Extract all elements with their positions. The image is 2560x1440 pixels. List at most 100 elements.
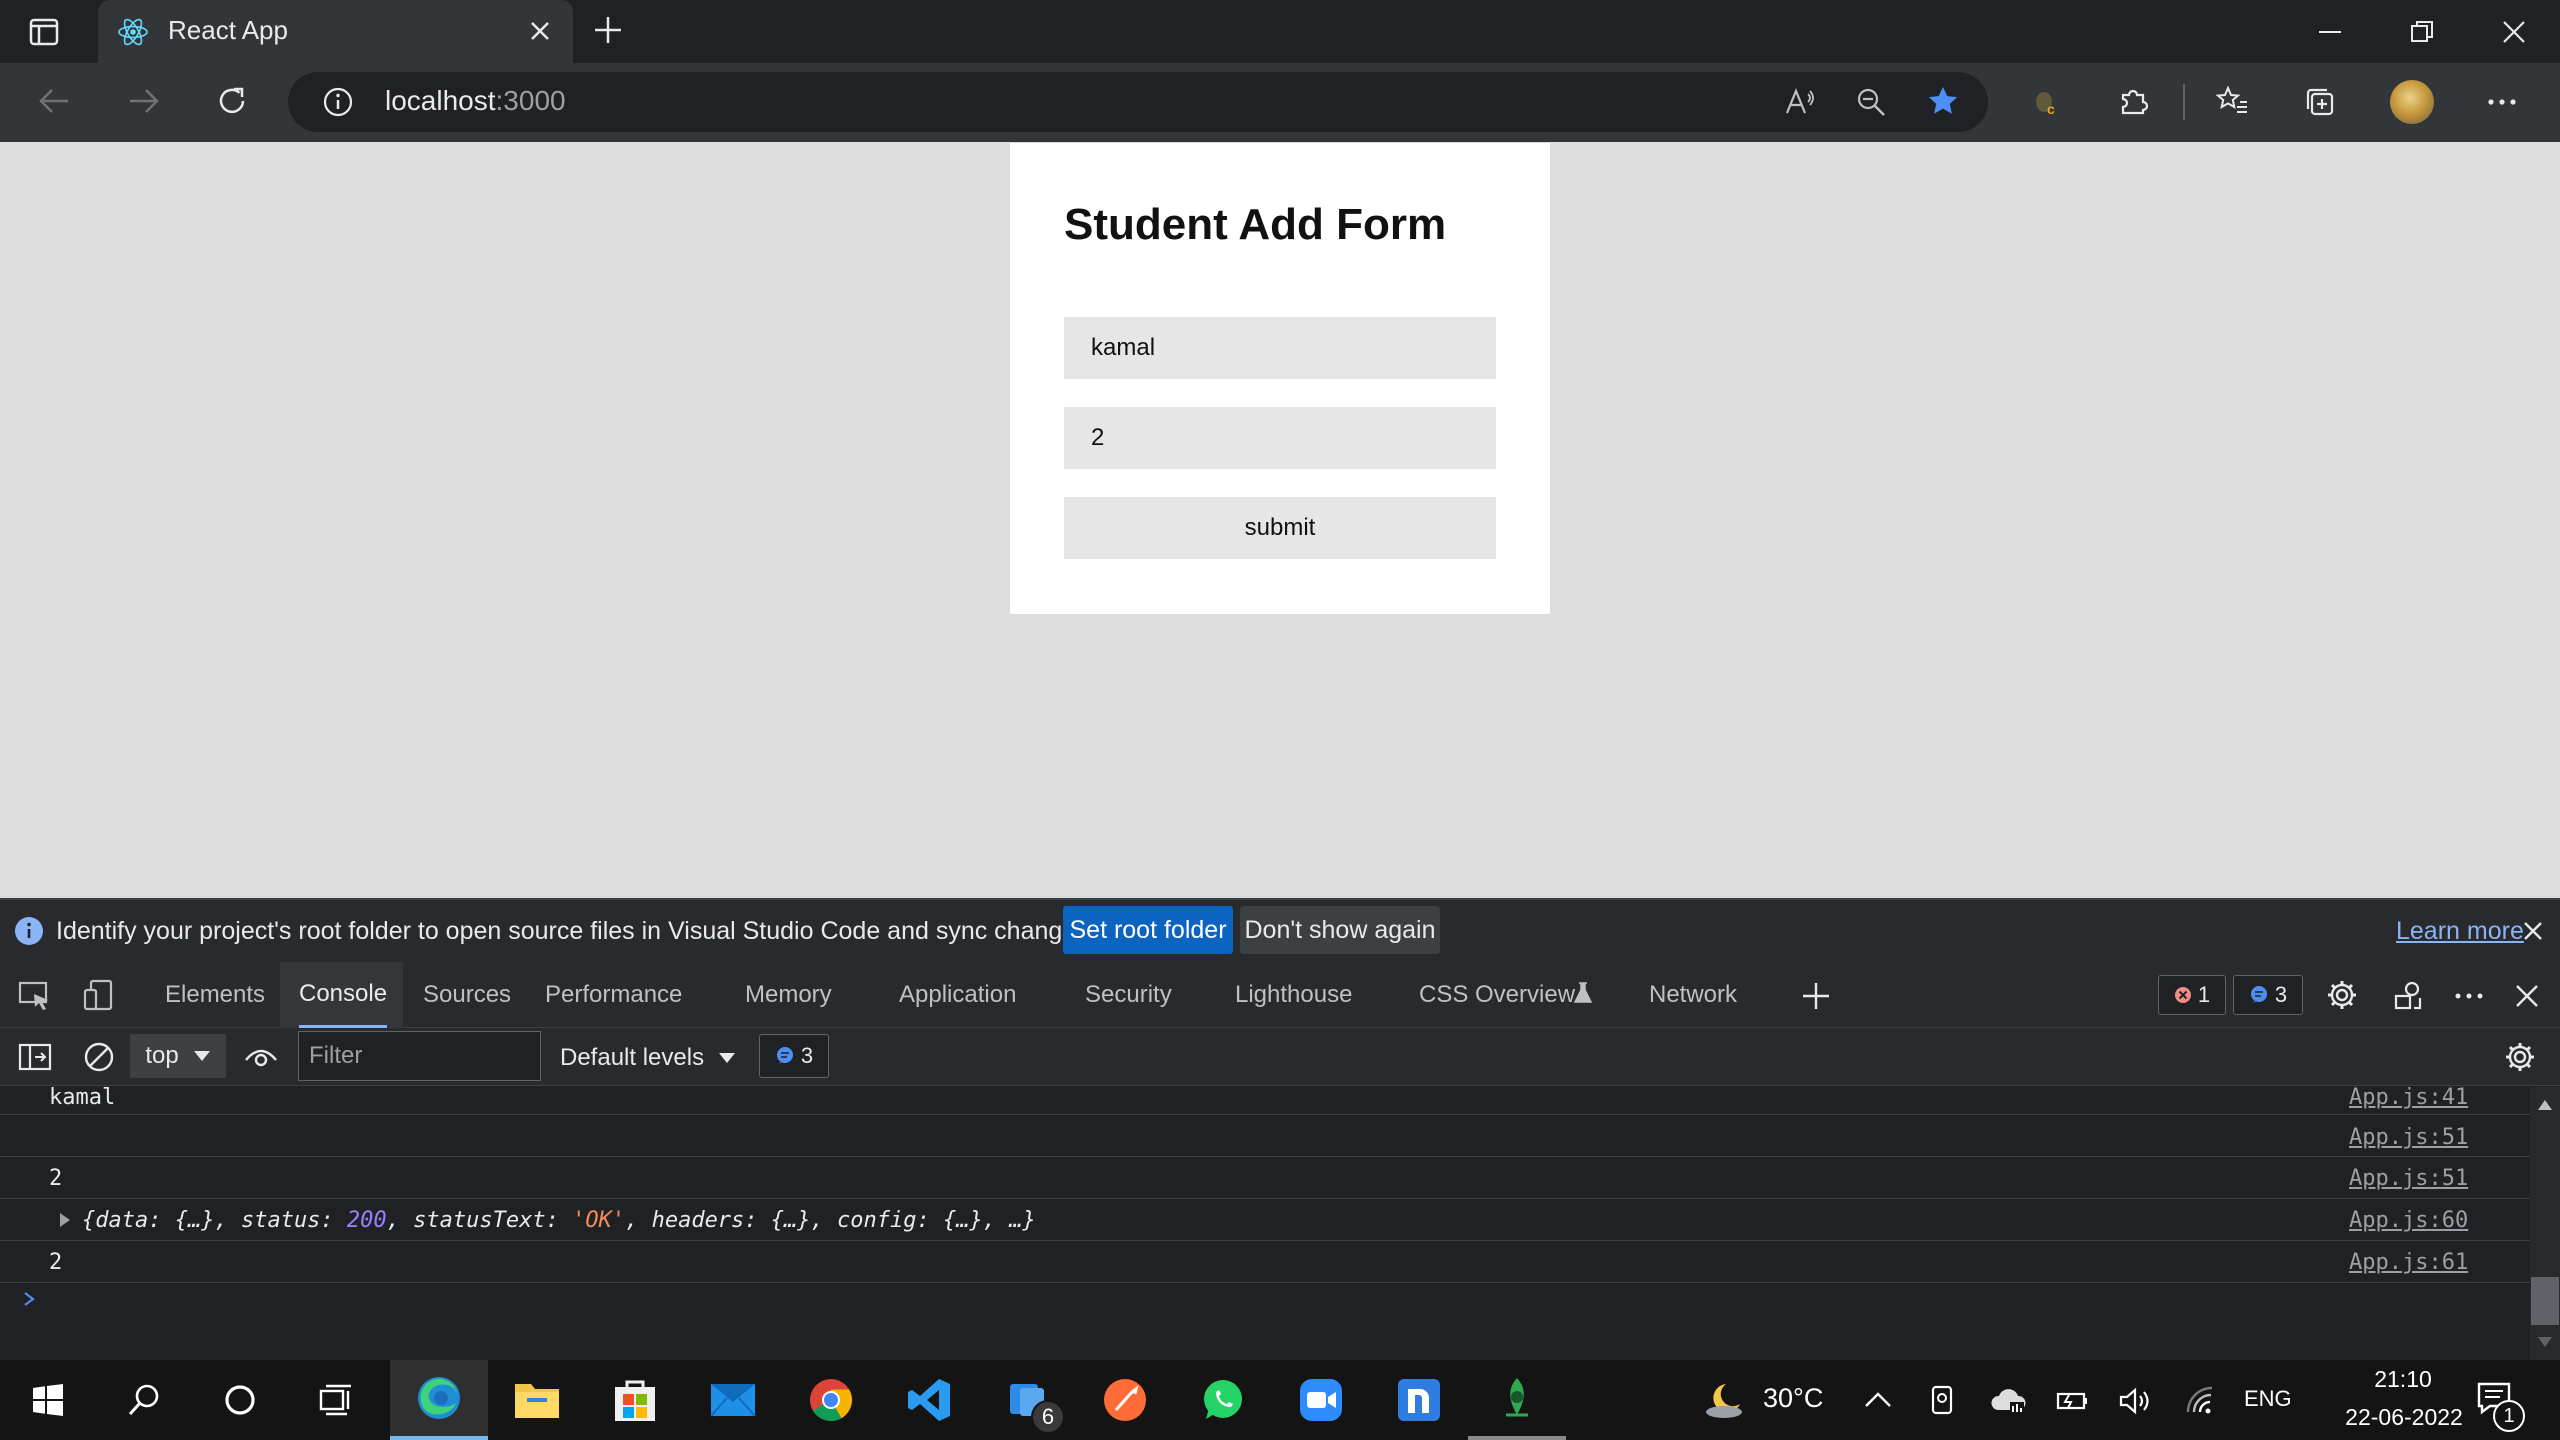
minimize-icon[interactable] (2316, 18, 2344, 46)
favorite-star-icon[interactable] (1926, 84, 1960, 118)
volume-icon[interactable] (2118, 1386, 2154, 1416)
tab-actions-icon[interactable] (28, 16, 60, 48)
obj-data-value: {…} (174, 1208, 215, 1233)
taskbar-whatsapp[interactable] (1174, 1360, 1272, 1440)
close-tab-icon[interactable] (528, 19, 552, 43)
extensions-puzzle-icon[interactable] (2117, 85, 2149, 117)
expand-triangle-icon[interactable] (58, 1212, 72, 1228)
read-aloud-icon[interactable] (1784, 86, 1816, 118)
response-object-preview[interactable]: {data: {…}, status: 200, statusText: 'OK… (82, 1208, 1036, 1233)
live-expression-eye-icon[interactable] (244, 1042, 278, 1072)
teams-badge: 6 (1031, 1400, 1065, 1434)
name-input[interactable]: kamal (1064, 317, 1496, 379)
devtools-more-icon[interactable] (2452, 982, 2486, 1010)
set-root-folder-button[interactable]: Set root folder (1063, 906, 1233, 954)
scrollbar-thumb[interactable] (2531, 1277, 2559, 1325)
show-hidden-icons-chevron-icon[interactable] (1862, 1388, 1894, 1412)
start-windows-icon[interactable] (0, 1360, 96, 1440)
show-sidebar-icon[interactable] (18, 1042, 52, 1072)
tab-console[interactable]: Console (299, 962, 388, 1028)
taskbar-file-explorer[interactable] (488, 1360, 586, 1440)
console-source-link[interactable]: App.js:60 (2349, 1208, 2468, 1233)
age-input[interactable]: 2 (1064, 407, 1496, 469)
submit-button[interactable]: submit (1064, 497, 1496, 559)
taskbar-postman[interactable] (1076, 1360, 1174, 1440)
console-source-link[interactable]: App.js:51 (2349, 1125, 2468, 1150)
tab-application[interactable]: Application (899, 962, 1016, 1028)
input-language[interactable]: ENG (2244, 1386, 2292, 1412)
wifi-icon[interactable] (2184, 1386, 2216, 1416)
console-source-link[interactable]: App.js:51 (2349, 1166, 2468, 1191)
infobar-message: Identify your project's root folder to o… (56, 917, 1096, 945)
close-infobar-icon[interactable] (2522, 920, 2544, 942)
tab-title: React App (168, 15, 288, 45)
tab-css-overview[interactable]: CSS Overview (1419, 962, 1575, 1028)
zoom-out-icon[interactable] (1855, 86, 1887, 118)
meet-now-icon[interactable] (1928, 1384, 1958, 1416)
svg-text:c: c (2047, 101, 2055, 117)
profile-avatar[interactable] (2390, 80, 2434, 124)
forward-icon[interactable] (126, 85, 162, 117)
compass-leaf-icon (1506, 1378, 1528, 1417)
close-devtools-icon[interactable] (2514, 983, 2540, 1009)
error-count: 1 (2197, 982, 2211, 1007)
restore-icon[interactable] (2408, 18, 2436, 46)
taskbar-mail[interactable] (684, 1360, 782, 1440)
taskbar-teams[interactable] (978, 1360, 1076, 1440)
tab-elements[interactable]: Elements (165, 962, 265, 1028)
vscode-icon (908, 1379, 950, 1421)
console-messages-badge[interactable]: 3 (759, 1034, 829, 1078)
context-select[interactable]: top (130, 1034, 226, 1078)
tab-sources[interactable]: Sources (423, 962, 511, 1028)
collections-icon[interactable] (2303, 85, 2337, 119)
taskbar-store[interactable] (586, 1360, 684, 1440)
weather-temperature[interactable]: 30°C (1763, 1383, 1823, 1414)
taskbar-zoom[interactable] (1272, 1360, 1370, 1440)
taskbar-notion-like-app[interactable] (1370, 1360, 1468, 1440)
battery-icon[interactable] (2054, 1386, 2090, 1414)
scroll-up-arrow-icon[interactable] (2537, 1099, 2553, 1111)
refresh-icon[interactable] (214, 83, 250, 119)
clear-console-icon[interactable] (82, 1040, 116, 1074)
clock-time[interactable]: 21:10 (2348, 1366, 2458, 1393)
close-window-icon[interactable] (2500, 18, 2528, 46)
console-prompt-icon[interactable] (22, 1290, 36, 1308)
site-info-icon[interactable] (322, 86, 354, 118)
taskbar-edge[interactable] (390, 1360, 488, 1440)
more-menu-icon[interactable] (2486, 88, 2518, 116)
taskbar-vscode[interactable] (880, 1360, 978, 1440)
cortana-icon[interactable] (192, 1360, 288, 1440)
onedrive-cloud-icon[interactable] (1988, 1384, 2028, 1416)
tab-security[interactable]: Security (1085, 962, 1172, 1028)
dont-show-again-button[interactable]: Don't show again (1240, 906, 1440, 954)
log-levels-dropdown[interactable]: Default levels (560, 1044, 736, 1072)
dock-side-icon[interactable] (2392, 978, 2426, 1012)
taskbar-chrome[interactable] (782, 1360, 880, 1440)
tab-lighthouse[interactable]: Lighthouse (1235, 962, 1352, 1028)
more-tools-plus-icon[interactable] (1800, 980, 1832, 1012)
new-tab-icon[interactable] (592, 14, 624, 46)
console-source-link[interactable]: App.js:41 (2349, 1085, 2468, 1110)
console-source-link[interactable]: App.js:61 (2349, 1250, 2468, 1275)
clock-date[interactable]: 22-06-2022 (2316, 1404, 2492, 1431)
inspect-element-icon[interactable] (18, 980, 52, 1012)
device-emulation-icon[interactable] (82, 978, 116, 1012)
favorites-icon[interactable] (2215, 85, 2249, 117)
console-settings-gear-icon[interactable] (2503, 1040, 2537, 1074)
task-view-icon[interactable] (288, 1360, 384, 1440)
settings-gear-icon[interactable] (2325, 978, 2359, 1012)
tab-memory[interactable]: Memory (745, 962, 832, 1028)
tab-network[interactable]: Network (1649, 962, 1737, 1028)
scroll-down-arrow-icon[interactable] (2537, 1336, 2553, 1348)
back-icon[interactable] (36, 85, 72, 117)
search-icon[interactable] (96, 1360, 192, 1440)
taskbar-mongodb-compass[interactable] (1468, 1360, 1566, 1440)
tab-performance[interactable]: Performance (545, 962, 682, 1028)
obj-rest: , headers: {…}, config: {…}, …} (625, 1208, 1036, 1233)
console-filter-input[interactable]: Filter (298, 1031, 541, 1081)
weather-moon-icon[interactable] (1702, 1380, 1748, 1420)
extension-bug-icon[interactable]: c (2030, 86, 2062, 118)
message-count-badge[interactable]: 3 (2233, 975, 2303, 1015)
error-count-badge[interactable]: 1 (2158, 975, 2226, 1015)
learn-more-link[interactable]: Learn more (2396, 917, 2524, 946)
